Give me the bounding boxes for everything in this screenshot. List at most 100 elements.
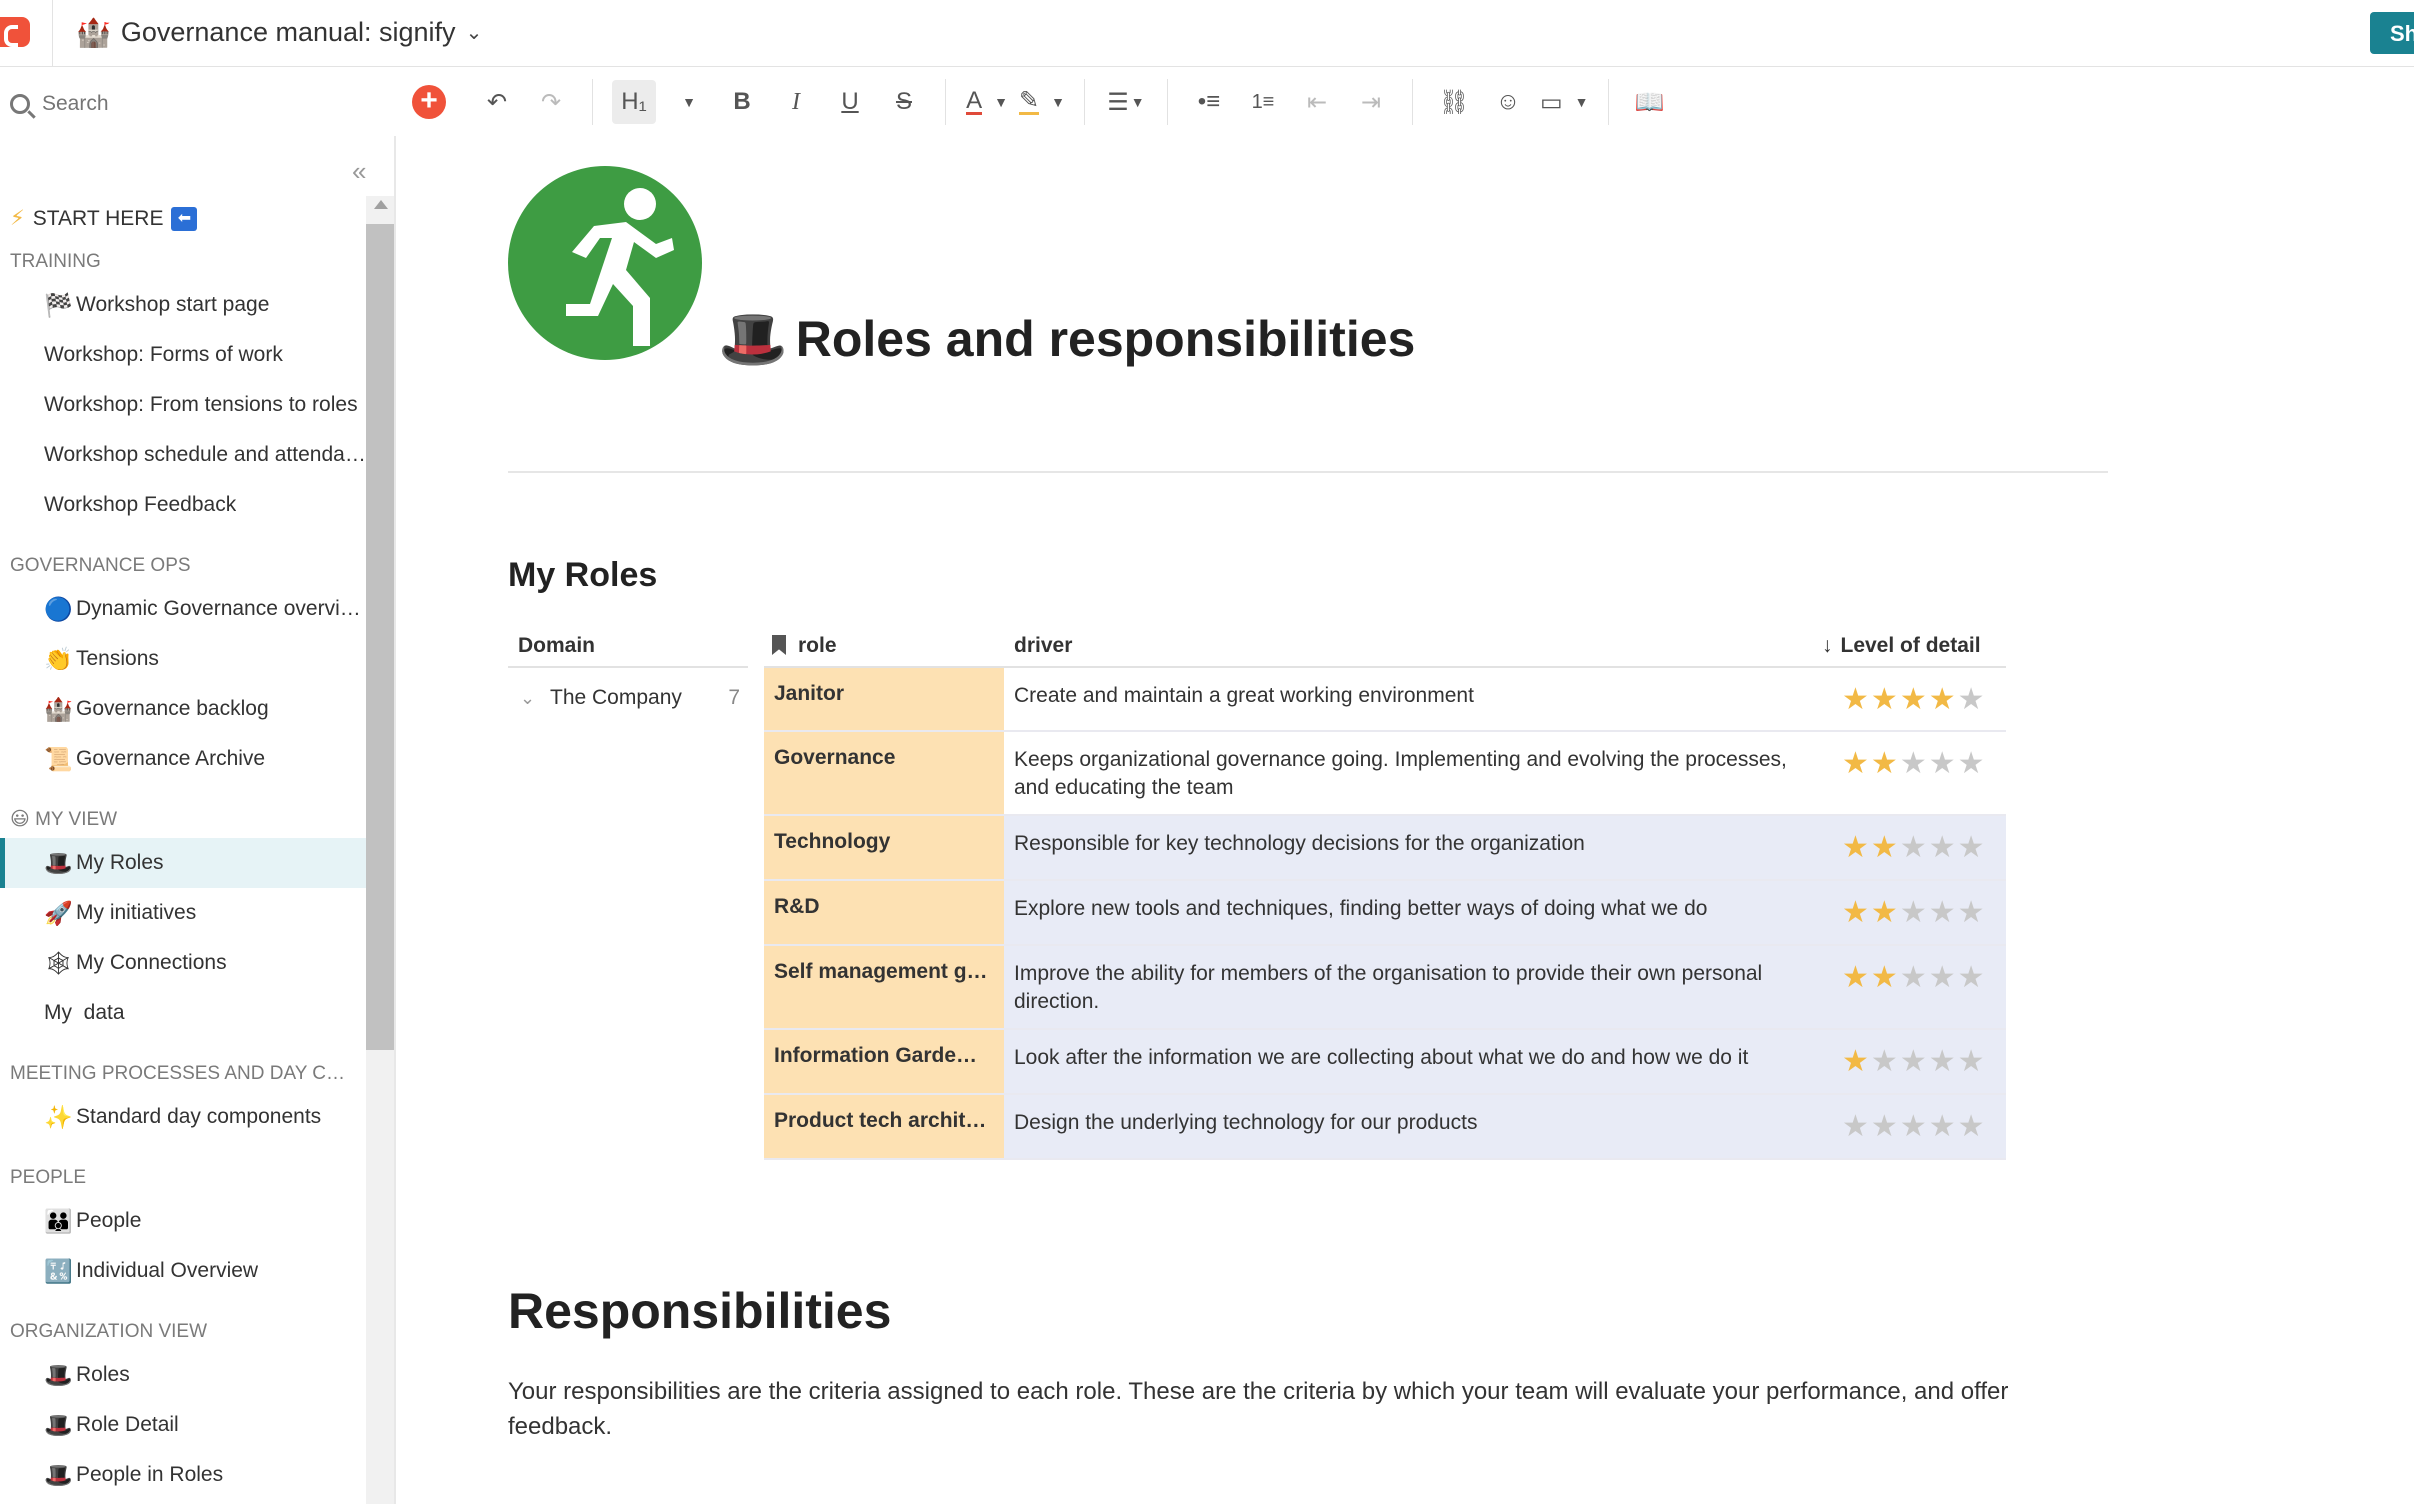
star-empty-icon[interactable]: ★ <box>1900 896 1929 929</box>
search-bar[interactable] <box>0 86 400 122</box>
highlight-button[interactable]: ✎ ▼ <box>1019 80 1065 124</box>
table-row[interactable]: Janitor Create and maintain a great work… <box>764 668 2006 732</box>
outdent-button[interactable]: ⇤ <box>1295 80 1339 124</box>
explore-button[interactable]: 📖 <box>1628 80 1672 124</box>
star-empty-icon[interactable]: ★ <box>1958 896 1987 929</box>
star-rating[interactable]: ★★★★★ <box>1824 732 2006 814</box>
add-page-button[interactable]: + <box>412 85 446 119</box>
sidebar-item-standard-day[interactable]: ✨ Standard day components <box>0 1092 366 1142</box>
sidebar-item-individual-overview[interactable]: 🔣 Individual Overview <box>0 1246 366 1296</box>
star-empty-icon[interactable]: ★ <box>1929 1110 1958 1143</box>
star-filled-icon[interactable]: ★ <box>1900 683 1929 716</box>
sidebar-item-forms-of-work[interactable]: Workshop: Forms of work <box>0 330 366 380</box>
doc-title-menu[interactable]: 🏰 Governance manual: signify ⌄ <box>76 14 482 50</box>
section-organization-view[interactable]: ORGANIZATION VIEW <box>0 1314 356 1350</box>
text-color-button[interactable]: A ▼ <box>965 80 1009 124</box>
undo-button[interactable]: ↶ <box>475 80 519 124</box>
driver-cell[interactable]: Improve the ability for members of the o… <box>1004 946 1824 1028</box>
sidebar-item-people-in-roles[interactable]: 🎩 People in Roles <box>0 1450 366 1500</box>
star-filled-icon[interactable]: ★ <box>1929 683 1958 716</box>
sidebar-item-governance-archive[interactable]: 📜 Governance Archive <box>0 734 366 784</box>
table-row[interactable]: Information Garde… Look after the inform… <box>764 1030 2006 1095</box>
star-rating[interactable]: ★★★★★ <box>1824 946 2006 1028</box>
star-empty-icon[interactable]: ★ <box>1900 747 1929 780</box>
table-row[interactable]: R&D Explore new tools and techniques, fi… <box>764 881 2006 946</box>
star-filled-icon[interactable]: ★ <box>1842 1045 1871 1078</box>
sidebar-item-role-detail[interactable]: 🎩 Role Detail <box>0 1400 366 1450</box>
column-header-driver[interactable]: driver <box>1014 626 1072 666</box>
heading-style-button[interactable]: H₁ <box>612 80 656 124</box>
role-cell[interactable]: Self management g… <box>764 946 1004 1028</box>
driver-cell[interactable]: Design the underlying technology for our… <box>1004 1095 1824 1158</box>
star-filled-icon[interactable]: ★ <box>1842 896 1871 929</box>
star-rating[interactable]: ★★★★★ <box>1824 1030 2006 1093</box>
section-training[interactable]: TRAINING <box>0 244 356 280</box>
star-empty-icon[interactable]: ★ <box>1958 831 1987 864</box>
role-cell[interactable]: Governance <box>764 732 1004 814</box>
section-my-view[interactable]: 😃 MY VIEW <box>0 802 356 838</box>
running-exit-icon[interactable] <box>508 166 702 360</box>
star-empty-icon[interactable]: ★ <box>1900 1045 1929 1078</box>
star-filled-icon[interactable]: ★ <box>1871 896 1900 929</box>
star-empty-icon[interactable]: ★ <box>1958 961 1987 994</box>
column-header-level-of-detail[interactable]: ↓ Level of detail <box>1822 626 1981 666</box>
search-input[interactable] <box>42 92 342 116</box>
sidebar-item-people[interactable]: 👪 People <box>0 1196 366 1246</box>
driver-cell[interactable]: Explore new tools and techniques, findin… <box>1004 881 1824 944</box>
heading-dropdown-button[interactable]: ▼ <box>666 80 710 124</box>
scroll-up-arrow-icon[interactable] <box>374 200 388 209</box>
redo-button[interactable]: ↷ <box>529 80 573 124</box>
star-empty-icon[interactable]: ★ <box>1929 747 1958 780</box>
driver-cell[interactable]: Look after the information we are collec… <box>1004 1030 1824 1093</box>
star-filled-icon[interactable]: ★ <box>1842 747 1871 780</box>
comment-button[interactable]: ▭ ▼ <box>1540 80 1589 124</box>
sidebar-item-dynamic-governance[interactable]: 🔵 Dynamic Governance overview <box>0 584 366 634</box>
role-cell[interactable]: Technology <box>764 816 1004 879</box>
strikethrough-button[interactable]: S <box>882 80 926 124</box>
driver-cell[interactable]: Keeps organizational governance going. I… <box>1004 732 1824 814</box>
align-button[interactable]: ☰ ▼ <box>1104 80 1148 124</box>
star-rating[interactable]: ★★★★★ <box>1824 816 2006 879</box>
role-cell[interactable]: Product tech archit… <box>764 1095 1004 1158</box>
star-empty-icon[interactable]: ★ <box>1929 1045 1958 1078</box>
table-row[interactable]: Self management g… Improve the ability f… <box>764 946 2006 1030</box>
star-empty-icon[interactable]: ★ <box>1871 1045 1900 1078</box>
star-empty-icon[interactable]: ★ <box>1842 1110 1871 1143</box>
role-cell[interactable]: R&D <box>764 881 1004 944</box>
sidebar-item-workshop-start[interactable]: 🏁 Workshop start page <box>0 280 366 330</box>
star-filled-icon[interactable]: ★ <box>1871 961 1900 994</box>
section-governance-ops[interactable]: GOVERNANCE OPS <box>0 548 356 584</box>
star-empty-icon[interactable]: ★ <box>1929 896 1958 929</box>
sidebar-item-workshop-feedback[interactable]: Workshop Feedback <box>0 480 366 530</box>
sidebar-item-my-roles[interactable]: 🎩 My Roles <box>0 838 366 888</box>
bullet-list-button[interactable]: •≡ <box>1187 80 1231 124</box>
table-row[interactable]: Technology Responsible for key technolog… <box>764 816 2006 881</box>
bold-button[interactable]: B <box>720 80 764 124</box>
star-empty-icon[interactable]: ★ <box>1900 961 1929 994</box>
section-people[interactable]: PEOPLE <box>0 1160 356 1196</box>
role-cell[interactable]: Information Garde… <box>764 1030 1004 1093</box>
star-filled-icon[interactable]: ★ <box>1871 831 1900 864</box>
star-empty-icon[interactable]: ★ <box>1929 961 1958 994</box>
column-header-domain[interactable]: Domain <box>518 626 595 666</box>
link-button[interactable]: ⛓ <box>1432 80 1476 124</box>
underline-button[interactable]: U <box>828 80 872 124</box>
star-filled-icon[interactable]: ★ <box>1842 961 1871 994</box>
table-row[interactable]: Governance Keeps organizational governan… <box>764 732 2006 816</box>
column-header-role[interactable]: role <box>772 626 837 666</box>
star-filled-icon[interactable]: ★ <box>1842 831 1871 864</box>
chevron-down-icon[interactable]: ⌄ <box>520 688 550 709</box>
sidebar-item-governance-backlog[interactable]: 🏰 Governance backlog <box>0 684 366 734</box>
table-row[interactable]: Product tech archit… Design the underlyi… <box>764 1095 2006 1160</box>
collapse-sidebar-icon[interactable]: « <box>352 156 366 187</box>
star-filled-icon[interactable]: ★ <box>1871 747 1900 780</box>
numbered-list-button[interactable]: 1≡ <box>1241 80 1285 124</box>
sidebar-item-tensions[interactable]: 👏 Tensions <box>0 634 366 684</box>
star-rating[interactable]: ★★★★★ <box>1824 881 2006 944</box>
star-filled-icon[interactable]: ★ <box>1842 683 1871 716</box>
emoji-button[interactable]: ☺ <box>1486 80 1530 124</box>
indent-button[interactable]: ⇥ <box>1349 80 1393 124</box>
share-button[interactable]: Sh <box>2370 12 2414 54</box>
sidebar-item-my-initiatives[interactable]: 🚀 My initiatives <box>0 888 366 938</box>
sidebar-item-start-here[interactable]: ⚡ START HERE ⬅ <box>0 194 366 244</box>
